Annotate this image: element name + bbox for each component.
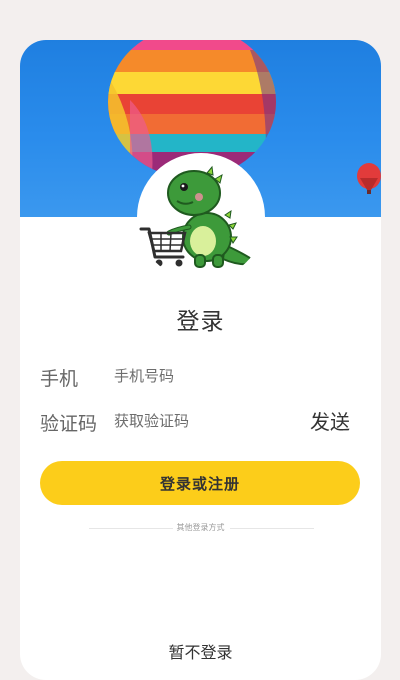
verification-code-input[interactable] xyxy=(114,408,294,434)
login-or-register-button[interactable]: 登录或注册 xyxy=(40,461,360,505)
verification-code-label: 验证码 xyxy=(40,413,98,435)
phone-label: 手机 xyxy=(40,368,79,390)
page-title: 登录 xyxy=(176,309,225,335)
send-code-button[interactable]: 发送 xyxy=(310,406,350,435)
phone-input[interactable] xyxy=(114,363,294,389)
other-login-methods-label: 其他登录方式 xyxy=(176,523,225,532)
dinosaur-mascot-icon xyxy=(139,165,260,268)
login-card: 登录 手机 验证码 发送 登录或注册 其他登录方式 暂不登录 xyxy=(20,40,381,680)
skip-login-button[interactable]: 暂不登录 xyxy=(20,639,381,663)
avatar xyxy=(137,153,265,281)
